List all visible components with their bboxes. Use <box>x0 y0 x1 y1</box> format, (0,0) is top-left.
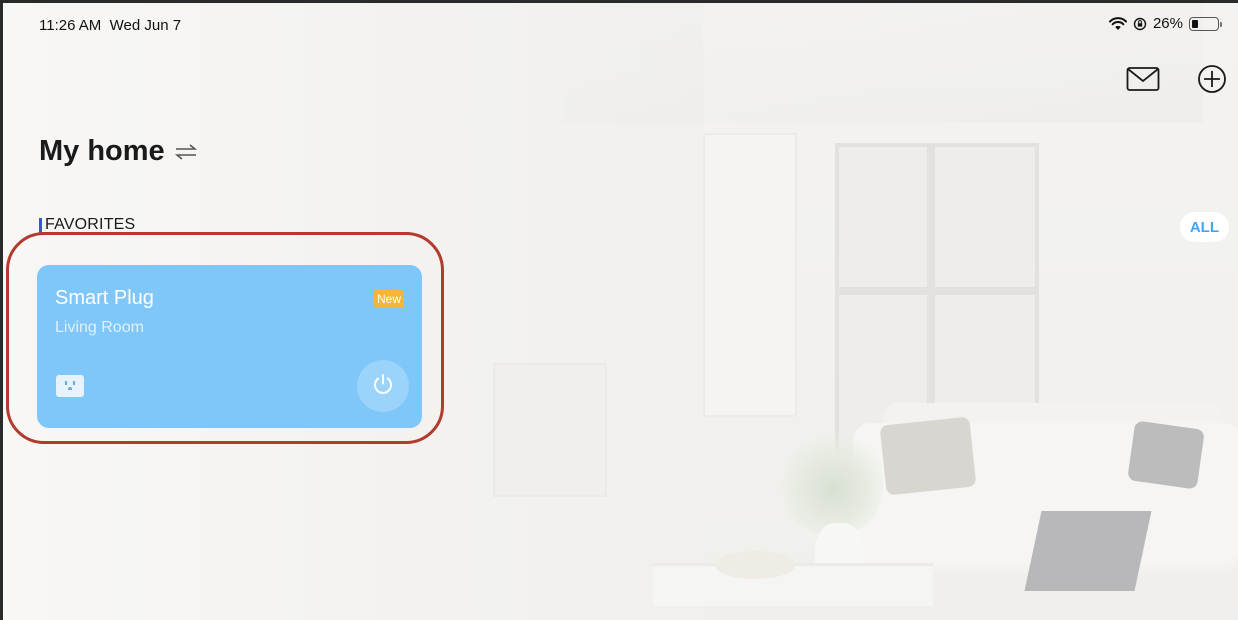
device-name: Smart Plug <box>55 287 154 309</box>
lock-rotation-icon <box>1133 17 1147 31</box>
power-toggle-button[interactable] <box>357 360 409 412</box>
section-title: FAVORITES <box>45 216 136 233</box>
new-badge: New <box>373 290 404 308</box>
battery-level-fill <box>1192 19 1198 28</box>
mail-icon <box>1126 66 1160 97</box>
wifi-icon <box>1108 16 1127 31</box>
messages-button[interactable] <box>1125 63 1161 99</box>
device-room: Living Room <box>55 319 144 336</box>
favorites-header: FAVORITES ALL <box>39 212 1229 243</box>
device-card-smart-plug[interactable]: Smart Plug Living Room New <box>37 265 422 428</box>
add-device-button[interactable] <box>1194 63 1230 99</box>
battery-icon <box>1189 16 1222 31</box>
power-icon <box>371 372 395 401</box>
add-icon <box>1197 64 1227 99</box>
battery-percent: 26% <box>1152 15 1183 32</box>
status-time-date: 11:26 AM Wed Jun 7 <box>39 17 181 34</box>
status-indicators: 26% <box>1108 15 1222 32</box>
status-date: Wed Jun 7 <box>109 17 182 34</box>
smart-plug-icon <box>56 375 84 397</box>
section-accent-bar <box>39 218 42 235</box>
home-switcher[interactable]: My home <box>39 135 197 168</box>
page-title: My home <box>39 135 165 167</box>
app-screen: 11:26 AM Wed Jun 7 26% My home FAVORITES… <box>0 0 1238 620</box>
status-time: 11:26 AM <box>39 17 102 34</box>
status-bar: 11:26 AM Wed Jun 7 26% <box>3 3 1238 43</box>
all-devices-button[interactable]: ALL <box>1179 212 1229 242</box>
switch-arrows-icon <box>174 143 197 160</box>
